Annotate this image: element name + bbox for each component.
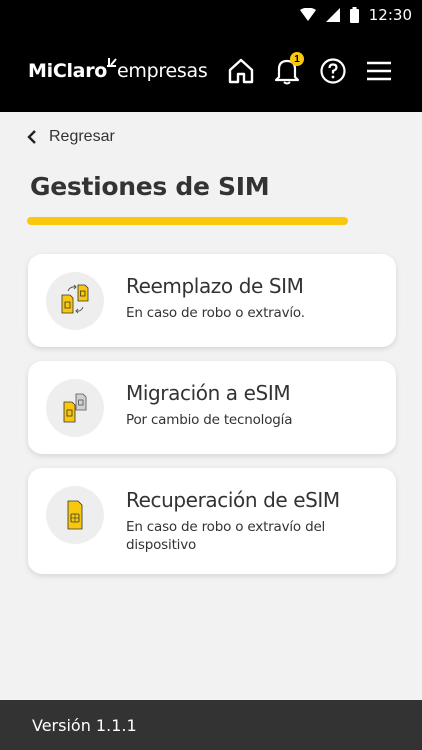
help-icon (320, 58, 346, 84)
menu-button[interactable] (364, 56, 394, 86)
logo-mark-icon (107, 58, 117, 77)
chevron-left-icon (27, 130, 36, 144)
card-title: Migración a eSIM (126, 381, 291, 405)
card-text: Migración a eSIM Por cambio de tecnologí… (126, 381, 380, 429)
card-reemplazo-sim[interactable]: Reemplazo de SIM En caso de robo o extra… (28, 254, 396, 347)
logo-text-primary: MiClaro (28, 60, 108, 82)
back-link[interactable]: Regresar (27, 128, 115, 146)
title-underline (27, 217, 348, 225)
card-title: Recuperación de eSIM (126, 488, 340, 512)
card-title: Reemplazo de SIM (126, 274, 304, 298)
signal-icon (325, 8, 340, 22)
card-subtitle: En caso de robo o extravío. (126, 305, 305, 321)
card-subtitle: En caso de robo o extravío del dispositi… (126, 519, 326, 553)
sim-swap-icon (46, 272, 104, 330)
home-button[interactable] (226, 56, 256, 86)
card-subtitle: Por cambio de tecnología (126, 412, 293, 428)
card-migracion-esim[interactable]: Migración a eSIM Por cambio de tecnologí… (28, 361, 396, 454)
logo-text-secondary: empresas (117, 60, 208, 82)
header-actions: 1 (226, 52, 394, 86)
card-text: Reemplazo de SIM En caso de robo o extra… (126, 274, 380, 322)
page-title: Gestiones de SIM (30, 172, 270, 201)
notifications-button[interactable]: 1 (272, 52, 304, 86)
wifi-icon (299, 8, 316, 22)
esim-icon (46, 486, 104, 544)
version-label: Versión 1.1.1 (32, 715, 137, 735)
help-button[interactable] (318, 56, 348, 86)
notification-badge: 1 (290, 52, 304, 66)
clock-time: 12:30 (368, 6, 412, 24)
battery-icon (349, 7, 359, 23)
footer: Versión 1.1.1 (0, 700, 422, 750)
home-icon (228, 58, 254, 84)
sim-migration-icon (46, 379, 104, 437)
card-recuperacion-esim[interactable]: Recuperación de eSIM En caso de robo o e… (28, 468, 396, 574)
back-label: Regresar (49, 128, 115, 145)
hamburger-icon (367, 61, 391, 81)
miclaro-empresas-logo[interactable]: MiClaro empresas (28, 58, 208, 82)
card-text: Recuperación de eSIM En caso de robo o e… (126, 488, 380, 554)
app-header: MiClaro empresas 1 (0, 30, 422, 112)
status-bar: 12:30 (0, 0, 422, 30)
